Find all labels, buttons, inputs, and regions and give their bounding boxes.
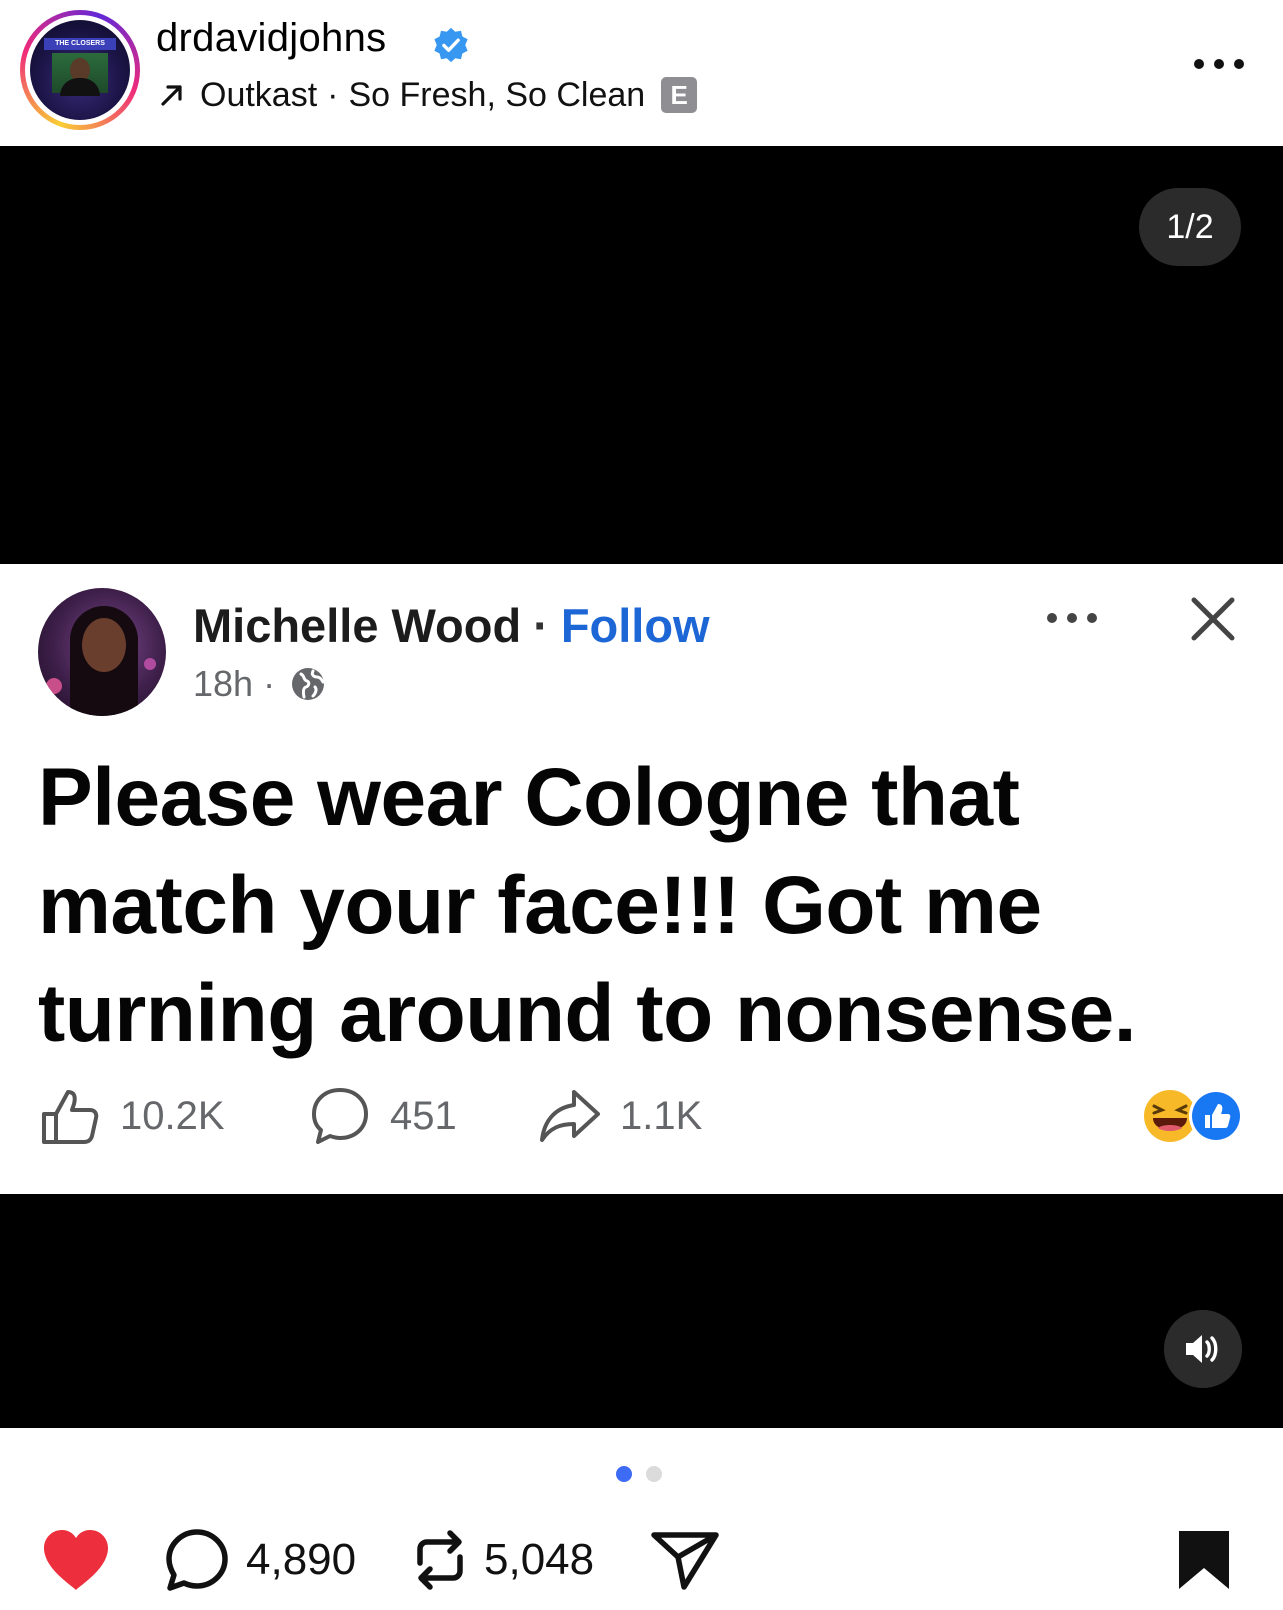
more-options-button[interactable]	[1192, 52, 1246, 76]
like-button[interactable]	[40, 1510, 112, 1610]
fb-like-stat: 10.2K	[38, 1084, 308, 1148]
repost-count: 5,048	[484, 1535, 595, 1584]
reaction-icons	[1144, 1089, 1243, 1143]
fb-author-row: Michelle Wood · Follow	[193, 598, 710, 653]
bookmark-icon	[1179, 1531, 1229, 1589]
page-counter: 1/2	[1139, 188, 1241, 266]
fb-post-time: 18h	[193, 663, 254, 704]
save-button[interactable]	[1176, 1510, 1232, 1610]
comment-icon	[312, 1088, 368, 1144]
carousel-indicator	[616, 1466, 662, 1482]
fb-post-stats: 10.2K 451 1.1K	[38, 1082, 702, 1150]
username[interactable]: drdavidjohns	[156, 16, 386, 61]
carousel-dot	[646, 1466, 662, 1482]
send-button[interactable]	[650, 1510, 720, 1610]
comment-count: 4,890	[246, 1535, 357, 1584]
share-icon	[540, 1090, 600, 1142]
explicit-badge: E	[661, 77, 698, 113]
music-artist: Outkast	[200, 75, 318, 114]
thumbs-up-icon	[42, 1090, 99, 1144]
repost-icon	[417, 1530, 463, 1590]
haha-reaction-icon	[1144, 1090, 1196, 1142]
post-header: THE CLOSERS drdavidjohns Outkast · So Fr…	[0, 0, 1283, 146]
music-separator: ·	[327, 75, 339, 114]
fb-share-count: 1.1K	[620, 1093, 703, 1138]
fb-share-stat: 1.1K	[538, 1084, 702, 1148]
comment-button[interactable]: 4,890	[164, 1510, 356, 1610]
fb-comment-count: 451	[390, 1093, 457, 1138]
heart-icon	[44, 1530, 108, 1590]
fb-author-avatar	[38, 588, 166, 716]
verified-icon	[434, 27, 468, 63]
send-icon	[651, 1532, 719, 1590]
carousel-dot-active	[616, 1466, 632, 1482]
fb-comment-stat: 451	[308, 1084, 538, 1148]
fb-post-text: Please wear Cologne that match your face…	[38, 752, 1137, 1059]
fb-more-icon	[1047, 613, 1097, 623]
fb-follow-label: Follow	[560, 599, 710, 652]
avatar-image: THE CLOSERS	[30, 20, 130, 120]
music-title: So Fresh, So Clean	[348, 75, 646, 114]
like-reaction-icon	[1189, 1089, 1243, 1143]
arrow-up-right-icon	[161, 85, 182, 106]
volume-button[interactable]	[1164, 1310, 1242, 1388]
music-attribution[interactable]: Outkast · So Fresh, So Clean E	[158, 74, 698, 116]
globe-icon	[292, 668, 325, 700]
close-icon	[1191, 597, 1235, 641]
fb-post-meta: 18h ·	[193, 662, 327, 706]
profile-avatar[interactable]: THE CLOSERS	[20, 10, 140, 130]
avatar-banner-text: THE CLOSERS	[44, 38, 116, 50]
comment-icon	[166, 1529, 228, 1591]
fb-author-name: Michelle Wood	[193, 599, 522, 652]
fb-separator: ·	[533, 599, 549, 652]
fb-like-count: 10.2K	[120, 1093, 225, 1138]
fb-meta-separator: ·	[263, 663, 276, 704]
repost-button[interactable]: 5,048	[412, 1510, 594, 1610]
facebook-post-screenshot: Michelle Wood · Follow 18h · Please wear…	[0, 564, 1283, 1194]
action-bar: 4,890 5,048	[0, 1510, 1283, 1610]
post-media[interactable]: 1/2 Michelle Wood · Follow 18h · Please …	[0, 146, 1283, 1428]
